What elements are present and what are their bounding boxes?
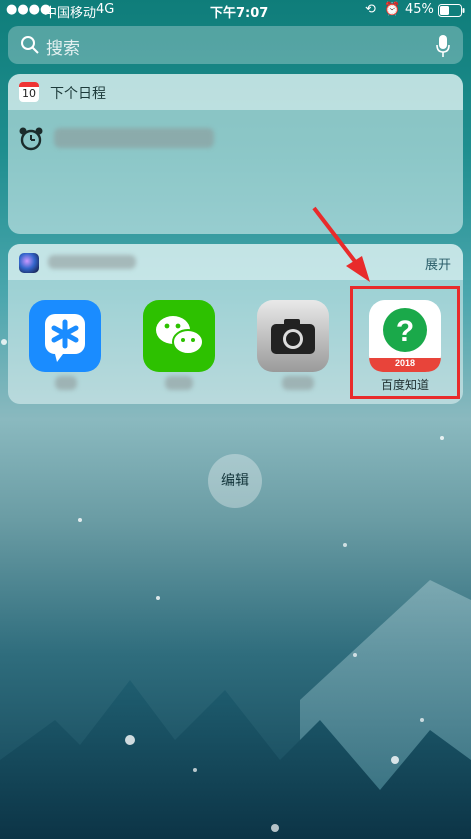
wechat-app-icon[interactable]	[143, 300, 215, 372]
alarm-clock-icon	[19, 127, 43, 151]
tim-app-icon[interactable]	[29, 300, 101, 372]
siri-icon	[19, 253, 39, 273]
blurred-app-label	[55, 376, 77, 390]
calendar-widget[interactable]: 10 下个日程	[8, 74, 463, 234]
search-bar[interactable]: 搜索	[8, 26, 463, 64]
carrier-label: 中国移动	[44, 6, 97, 21]
siri-widget-header: 展开	[8, 244, 463, 280]
camera-app-icon[interactable]	[257, 300, 329, 372]
battery-icon	[438, 4, 465, 17]
blurred-app-label	[165, 376, 193, 390]
search-icon	[21, 36, 39, 54]
blurred-event-text	[54, 128, 214, 148]
calendar-widget-title: 下个日程	[50, 86, 106, 102]
calendar-widget-header: 10 下个日程	[8, 74, 463, 110]
alarm-icon: ⏰	[384, 2, 401, 17]
search-placeholder: 搜索	[46, 39, 80, 59]
battery-percent: 45%	[405, 2, 434, 17]
edit-button[interactable]: 编辑	[208, 454, 262, 508]
expand-button[interactable]: 展开	[425, 254, 451, 273]
clock: 下午7:07	[210, 6, 269, 21]
network-label: 4G	[96, 2, 115, 17]
calendar-app-icon: 10	[19, 82, 39, 102]
highlight-box	[350, 286, 460, 399]
microphone-icon[interactable]	[435, 34, 451, 58]
blurred-widget-title	[48, 255, 136, 269]
status-bar: ●●●● 中国移动 4G 下午7:07 ⟲ ⏰ 45%	[0, 0, 471, 21]
blurred-app-label	[282, 376, 314, 390]
rotation-lock-icon: ⟲	[365, 2, 376, 17]
